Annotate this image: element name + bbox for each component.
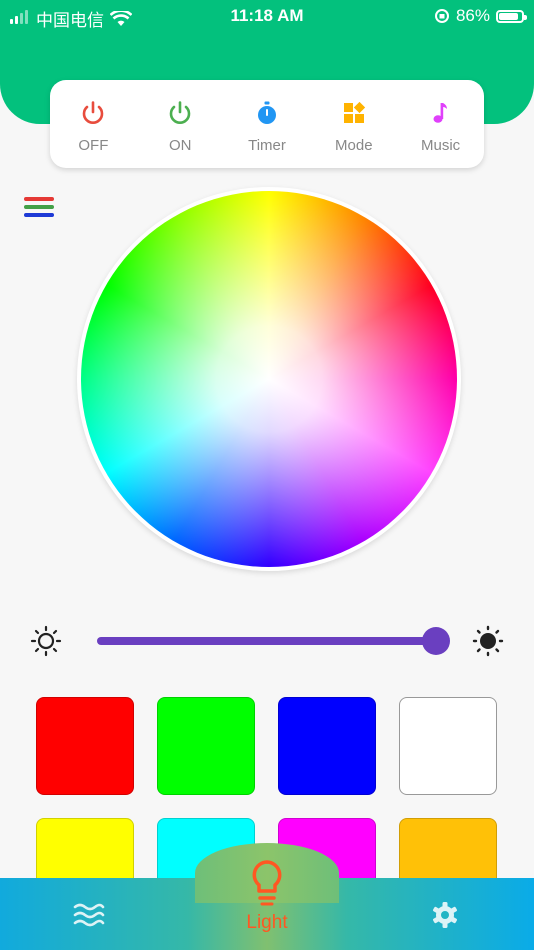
color-swatch[interactable]	[36, 697, 134, 795]
gear-icon[interactable]	[430, 900, 460, 930]
control-on-button[interactable]: ON	[137, 80, 224, 168]
power-on-icon	[167, 100, 193, 131]
control-timer-button[interactable]: Timer	[224, 80, 311, 168]
control-label: Mode	[335, 137, 373, 154]
control-label: Music	[421, 137, 461, 154]
control-bar: OFF ON Timer Mode Music	[50, 80, 484, 168]
waves-icon[interactable]	[72, 900, 106, 930]
nav-label-light[interactable]: Light	[232, 912, 302, 934]
rgb-lines-icon[interactable]	[24, 197, 54, 223]
battery-icon	[496, 9, 527, 23]
status-bar: 中国电信 11:18 AM 86%	[0, 0, 534, 32]
control-label: OFF	[78, 137, 109, 154]
color-swatch[interactable]	[278, 697, 376, 795]
mode-grid-icon	[341, 100, 367, 131]
status-right: 86%	[434, 6, 527, 26]
brightness-high-icon	[472, 625, 504, 657]
color-wheel[interactable]	[81, 191, 457, 567]
music-note-icon	[428, 100, 454, 131]
control-mode-button[interactable]: Mode	[310, 80, 397, 168]
bulb-icon[interactable]	[249, 858, 285, 908]
power-off-icon	[80, 100, 106, 131]
timer-icon	[254, 100, 280, 131]
control-music-button[interactable]: Music	[397, 80, 484, 168]
color-swatch[interactable]	[157, 697, 255, 795]
brightness-slider-track[interactable]	[97, 637, 437, 645]
brightness-low-icon	[30, 625, 62, 657]
battery-percent: 86%	[455, 6, 490, 25]
color-swatch[interactable]	[399, 697, 497, 795]
control-label: ON	[168, 137, 192, 154]
control-off-button[interactable]: OFF	[50, 80, 137, 168]
rotation-lock-icon	[434, 9, 449, 23]
control-label: Timer	[248, 137, 286, 154]
brightness-slider-thumb[interactable]	[422, 627, 450, 655]
